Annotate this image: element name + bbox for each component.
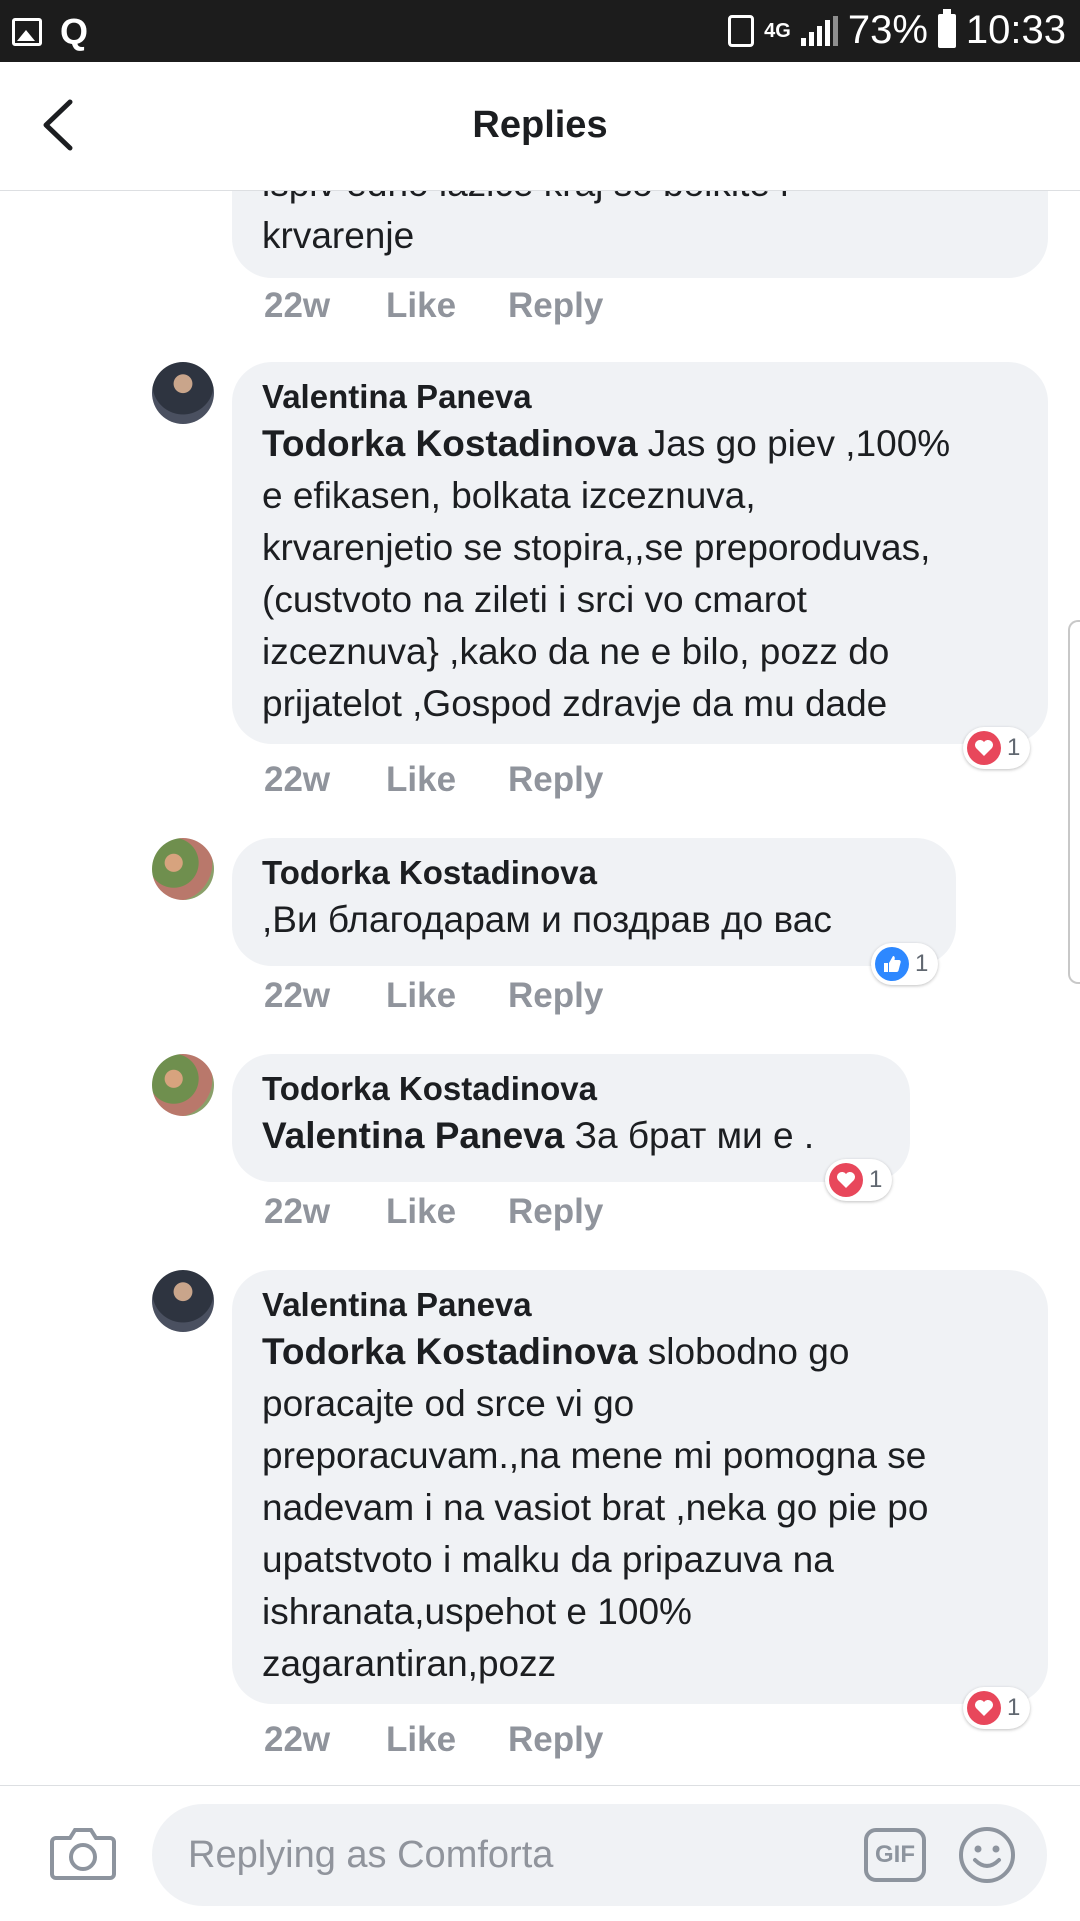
reply-input[interactable] <box>186 1826 830 1884</box>
gallery-notification-icon <box>12 18 42 46</box>
comment-text: Valentina Paneva За брат ми е . <box>262 1115 815 1156</box>
comment-text: prijatelot ,Gospod zdravje da mu dade <box>262 683 888 724</box>
page-title: Replies <box>472 104 608 146</box>
comment-timestamp: 22w <box>264 1192 331 1231</box>
mention-link[interactable]: Todorka Kostadinova <box>262 1331 638 1372</box>
like-link[interactable]: Like <box>386 286 508 326</box>
comment-timestamp: 22w <box>264 976 331 1015</box>
reply-link[interactable]: Reply <box>508 976 603 1016</box>
comment-actions: 22w Like Reply <box>264 976 603 1016</box>
comment-text: krvarenjetio se stopira,,se preporoduvas… <box>262 527 931 568</box>
reaction-badge[interactable]: 1 <box>825 1159 893 1201</box>
camera-icon <box>50 1828 116 1880</box>
comment-bubble: Todorka Kostadinova ,Ви благодарам и поз… <box>232 838 956 966</box>
like-link[interactable]: Like <box>386 1192 508 1232</box>
camera-button[interactable] <box>50 1824 116 1880</box>
comment-text: (custvoto na zileti i srci vo cmarot <box>262 579 807 620</box>
secure-folder-icon <box>728 14 755 47</box>
comment-text: izceznuva} ,kako da ne e bilo, pozz do <box>262 631 890 672</box>
comment-text: ishranata,uspehot e 100% <box>262 1591 692 1632</box>
comment-timestamp: 22w <box>264 1720 331 1759</box>
comment-text: Todorka Kostadinova Jas go piev ,100% <box>262 423 951 464</box>
heart-icon <box>967 731 1001 765</box>
clock: 10:33 <box>965 8 1066 52</box>
reply-link[interactable]: Reply <box>508 1720 603 1760</box>
reply-input-container: GIF <box>152 1804 1047 1906</box>
reaction-count: 1 <box>915 950 929 977</box>
comment-text: krvarenje <box>262 215 415 256</box>
scrollbar[interactable] <box>1068 620 1080 984</box>
smiley-icon <box>959 1827 1015 1883</box>
comment-bubble: ispiv edno lazice kraj so bolkite i krva… <box>232 190 1048 278</box>
comment-actions: 22w Like Reply <box>264 286 603 326</box>
reaction-count: 1 <box>869 1166 883 1193</box>
reaction-badge[interactable]: 1 <box>871 943 939 985</box>
q-notification-icon: Q <box>60 11 89 52</box>
battery-percent: 73% <box>847 8 928 52</box>
comment-timestamp: 22w <box>264 760 331 799</box>
comment-text: ispiv edno lazice kraj so bolkite i <box>262 190 1018 210</box>
signal-icon <box>800 15 838 46</box>
avatar[interactable] <box>152 362 214 424</box>
comment-author[interactable]: Todorka Kostadinova <box>262 1068 880 1110</box>
comment-bubble: Valentina Paneva Todorka Kostadinova slo… <box>232 1270 1048 1704</box>
network-type: 4G <box>764 19 791 42</box>
comment-text: zagarantiran,pozz <box>262 1643 557 1684</box>
reaction-badge[interactable]: 1 <box>963 727 1031 769</box>
reaction-count: 1 <box>1007 1694 1021 1721</box>
emoji-button[interactable] <box>958 1826 1016 1884</box>
like-link[interactable]: Like <box>386 976 508 1016</box>
reply-link[interactable]: Reply <box>508 760 603 800</box>
comment-actions: 22w Like Reply <box>264 1192 603 1232</box>
reaction-count: 1 <box>1007 734 1021 761</box>
comment-text: nadevam i na vasiot brat ,neka go pie po <box>262 1487 929 1528</box>
heart-icon <box>967 1691 1001 1725</box>
comment-text: e efikasen, bolkata izceznuva, <box>262 475 756 516</box>
status-bar: Q 4G 73% 10:33 <box>0 0 1080 62</box>
avatar[interactable] <box>152 838 214 900</box>
comment-author[interactable]: Todorka Kostadinova <box>262 852 926 894</box>
reply-link[interactable]: Reply <box>508 1192 603 1232</box>
comment-actions: 22w Like Reply <box>264 760 603 800</box>
mention-link[interactable]: Valentina Paneva <box>262 1115 564 1156</box>
comment-text: poracajte od srce vi go <box>262 1383 635 1424</box>
comment-author[interactable]: Valentina Paneva <box>262 1284 1018 1326</box>
avatar[interactable] <box>152 1270 214 1332</box>
reply-composer: GIF <box>0 1785 1080 1921</box>
comment-author[interactable]: Valentina Paneva <box>262 376 1018 418</box>
replies-feed[interactable]: ispiv edno lazice kraj so bolkite i krva… <box>0 190 1080 1785</box>
thumbs-up-icon <box>875 947 909 981</box>
comment-text: preporacuvam.,na mene mi pomogna se <box>262 1435 927 1476</box>
comment-text: upatstvoto i malku da pripazuva na <box>262 1539 834 1580</box>
gif-button[interactable]: GIF <box>864 1828 926 1882</box>
comment-timestamp: 22w <box>264 286 331 325</box>
battery-icon <box>937 8 956 48</box>
like-link[interactable]: Like <box>386 1720 508 1760</box>
replies-header: Replies <box>0 62 1080 191</box>
comment-text: Todorka Kostadinova slobodno go <box>262 1331 850 1372</box>
comment-bubble: Todorka Kostadinova Valentina Paneva За … <box>232 1054 910 1182</box>
comment-actions: 22w Like Reply <box>264 1720 603 1760</box>
reaction-badge[interactable]: 1 <box>963 1687 1031 1729</box>
heart-icon <box>829 1163 863 1197</box>
reply-link[interactable]: Reply <box>508 286 603 326</box>
comment-text: ,Ви благодарам и поздрав до вас <box>262 899 832 940</box>
comment-bubble: Valentina Paneva Todorka Kostadinova Jas… <box>232 362 1048 744</box>
mention-link[interactable]: Todorka Kostadinova <box>262 423 638 464</box>
avatar[interactable] <box>152 1054 214 1116</box>
like-link[interactable]: Like <box>386 760 508 800</box>
